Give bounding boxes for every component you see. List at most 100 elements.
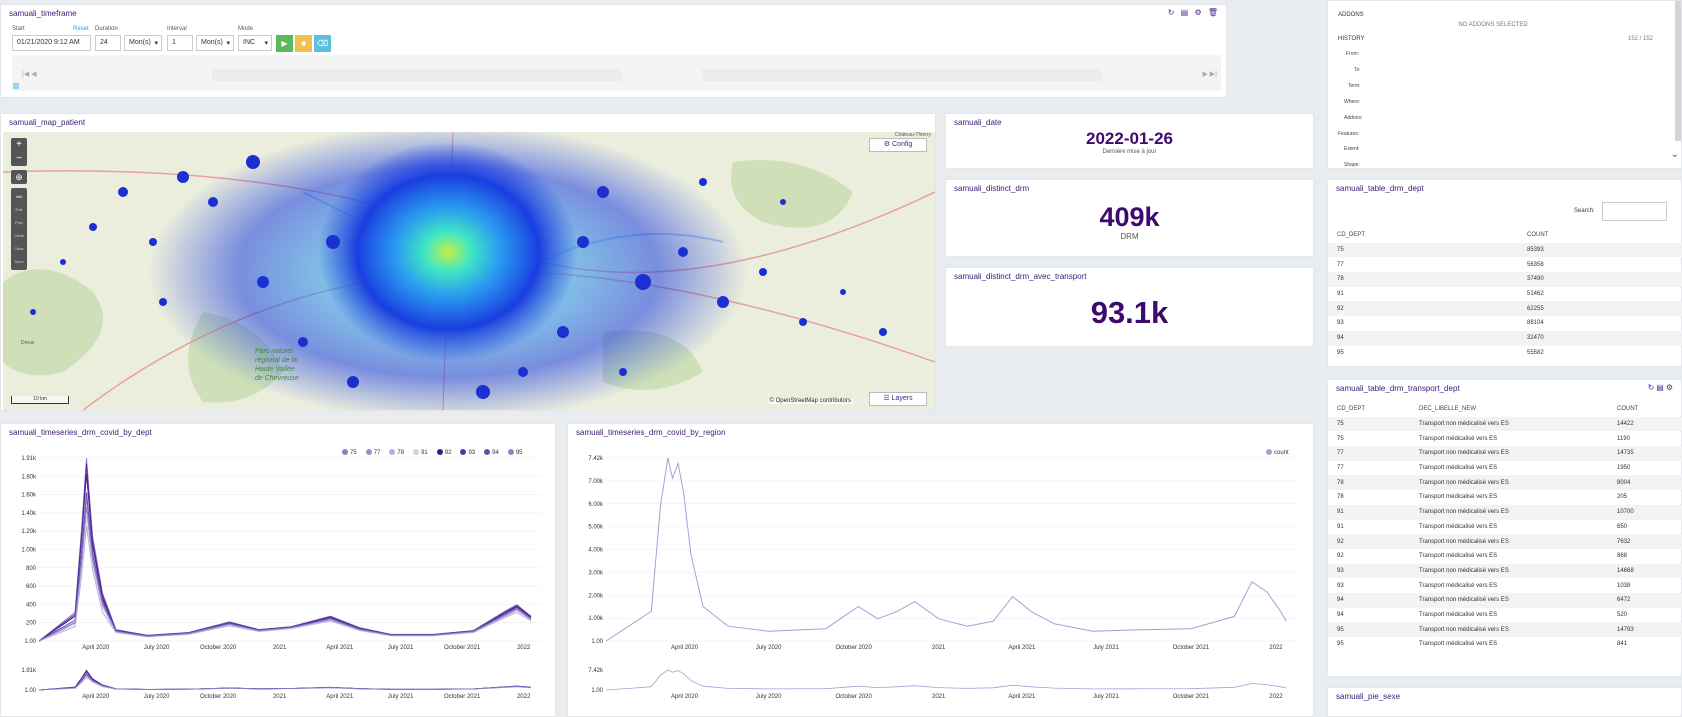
duration-unit-select[interactable]: Mon(s)	[124, 35, 162, 51]
table-row[interactable]: 75 Transport médicalisé vers ES 1190	[1328, 431, 1682, 446]
addons-scrollbar[interactable]	[1675, 1, 1681, 141]
table-row[interactable]: 77 56358	[1328, 257, 1682, 272]
table-row[interactable]: 93 Transport médicalisé vers ES 1038	[1328, 578, 1682, 593]
cell: 51462	[1527, 291, 1544, 298]
tool-save[interactable]: Save	[11, 255, 27, 268]
timeline-skip-start-icon[interactable]: |◀ ◀	[22, 70, 37, 78]
pie-panel: samuali_pie_sexe	[1327, 687, 1682, 717]
x-tick-label: April 2020	[82, 694, 110, 700]
pause-icon[interactable]: ■	[295, 35, 312, 52]
ts-region-chart[interactable]: 7.42k 7.00k 6.00k 5.00k 4.00k 3.00k 2.00k 1.00k…	[568, 424, 1315, 712]
table-row[interactable]: 75 Transport non médicalisé vers ES 14422	[1328, 416, 1682, 432]
table-row[interactable]: 94 Transport non médicalisé vers ES 6472	[1328, 592, 1682, 608]
kpi-transport-title: samuali_distinct_drm_avec_transport	[954, 272, 1087, 281]
table-row[interactable]: 78 Transport médicalisé vers ES 205	[1328, 490, 1682, 505]
timeline-skip-end-icon[interactable]: ▶ ▶|	[1202, 70, 1217, 78]
table-row[interactable]: 78 Transport non médicalisé vers ES 8004	[1328, 475, 1682, 491]
cell: 77	[1337, 261, 1344, 268]
timeline-handle[interactable]	[13, 83, 19, 89]
table-row[interactable]: 91 Transport non médicalisé vers ES 10700	[1328, 504, 1682, 520]
y-tick-label: 4.00k	[588, 548, 604, 554]
x-tick-label: October 2020	[835, 645, 872, 651]
table-row[interactable]: 77 Transport médicalisé vers ES 1950	[1328, 461, 1682, 476]
layers-button[interactable]: ☰ Layers	[869, 392, 927, 406]
tool-circle[interactable]: Circle	[11, 229, 27, 242]
duration-input[interactable]: 24	[95, 35, 121, 51]
table-row[interactable]: 92 Transport médicalisé vers ES 868	[1328, 549, 1682, 564]
interval-unit-select[interactable]: Mon(s)	[196, 35, 234, 51]
y-tick-label: 1.60k	[21, 493, 37, 499]
table-row[interactable]: 94 32470	[1328, 330, 1682, 346]
chevron-down-icon[interactable]: ⌄	[1671, 149, 1679, 160]
table-row[interactable]: 92 62255	[1328, 301, 1682, 317]
config-button[interactable]: ⚙ Config	[869, 138, 927, 152]
layers-label: Layers	[891, 395, 913, 402]
tool-info[interactable]: Info	[11, 190, 27, 203]
table-transport-tools[interactable]: ↻▤⚙	[1648, 383, 1675, 392]
table-row[interactable]: 95 Transport médicalisé vers ES 841	[1328, 637, 1682, 652]
cell: 1950	[1617, 465, 1631, 472]
mode-label: Mode	[238, 26, 254, 32]
col-count[interactable]: COUNT	[1608, 402, 1682, 417]
x-tick-label: October 2021	[1173, 694, 1210, 700]
x-tick-label: 2021	[932, 645, 946, 651]
search-input[interactable]	[1602, 202, 1667, 221]
tool-edit[interactable]: Edit	[11, 203, 27, 216]
col-count[interactable]: COUNT	[1518, 228, 1682, 243]
mode-select[interactable]: INC	[238, 35, 272, 51]
table-row[interactable]: 78 37490	[1328, 272, 1682, 287]
play-icon[interactable]: ▶	[276, 35, 293, 52]
cell: 85393	[1518, 242, 1682, 258]
cell: 77	[1328, 446, 1410, 461]
table-row[interactable]: 75 85393	[1328, 242, 1682, 258]
y-tick-label: 800	[26, 566, 37, 572]
col-cd-dept[interactable]: CD_DEPT	[1328, 228, 1518, 243]
timeline-track[interactable]: |◀ ◀ ▶ ▶|	[12, 55, 1221, 91]
cell: 32470	[1518, 330, 1682, 346]
x-tick-label: 2021	[273, 645, 287, 651]
timeframe-title: samuali_timeframe	[9, 9, 77, 18]
timeline-range-right[interactable]	[702, 69, 1102, 81]
cell: Transport médicalisé vers ES	[1419, 465, 1498, 472]
table-row[interactable]: 91 51462	[1328, 287, 1682, 302]
table-row[interactable]: 92 Transport non médicalisé vers ES 7632	[1328, 534, 1682, 549]
timeline-range-left[interactable]	[212, 69, 622, 81]
cell: 88104	[1527, 320, 1544, 327]
table-row[interactable]: 91 Transport médicalisé vers ES 650	[1328, 520, 1682, 535]
table-row[interactable]: 93 88104	[1328, 316, 1682, 331]
search-label: Search:	[1574, 208, 1595, 214]
x-tick-label: July 2020	[756, 694, 782, 700]
table-transport-title: samuali_table_drm_transport_dept	[1336, 384, 1460, 393]
start-date-input[interactable]: 01/21/2020 9:12 AM	[12, 35, 91, 51]
reset-link[interactable]: Reset	[73, 26, 89, 32]
zoom-in-button[interactable]: +	[11, 138, 27, 152]
gear-icon: ⚙	[883, 141, 892, 148]
zoom-out-button[interactable]: −	[11, 152, 27, 166]
tool-poly[interactable]: Poly	[11, 216, 27, 229]
timeframe-tools[interactable]: ↻ ▤ ⚙ 🗑	[1168, 8, 1220, 17]
cell: 868	[1617, 553, 1628, 560]
table-row[interactable]: 93 Transport non médicalisé vers ES 14668	[1328, 563, 1682, 579]
cell: 1038	[1617, 582, 1631, 589]
cell: Transport non médicalisé vers ES	[1410, 622, 1608, 637]
table-row[interactable]: 95 Transport non médicalisé vers ES 14793	[1328, 622, 1682, 637]
mini-y-tick-label: 7.42k	[588, 668, 604, 674]
table-row[interactable]: 94 Transport médicalisé vers ES 520	[1328, 608, 1682, 623]
col-libelle[interactable]: DEC_LIBELLE_NEW	[1410, 402, 1608, 417]
cell: Transport médicalisé vers ES	[1419, 523, 1498, 530]
col-cd-dept[interactable]: CD_DEPT	[1328, 402, 1410, 417]
history-item: To:	[1354, 67, 1361, 73]
table-row[interactable]: 95 55582	[1328, 346, 1682, 361]
series-line-92	[38, 473, 532, 642]
map-canvas[interactable]: Château-Thierry Parc naturel régional de…	[3, 132, 935, 410]
ts-dept-chart[interactable]: 1.91k 1.80k 1.60k 1.40k 1.20k 1.00k 800 600 400 2…	[1, 424, 557, 712]
history-label: HISTORY	[1338, 36, 1365, 42]
table-row[interactable]: 77 Transport non médicalisé vers ES 14735	[1328, 446, 1682, 461]
layers-icon: ☰	[883, 395, 892, 402]
density-map[interactable]	[3, 132, 935, 410]
clear-filter-icon[interactable]: ⌫	[314, 35, 331, 52]
interval-input[interactable]: 1	[167, 35, 193, 51]
tool-clear[interactable]: Clear	[11, 242, 27, 255]
cell: 95	[1337, 349, 1344, 356]
globe-icon[interactable]: ⊕	[11, 170, 27, 184]
